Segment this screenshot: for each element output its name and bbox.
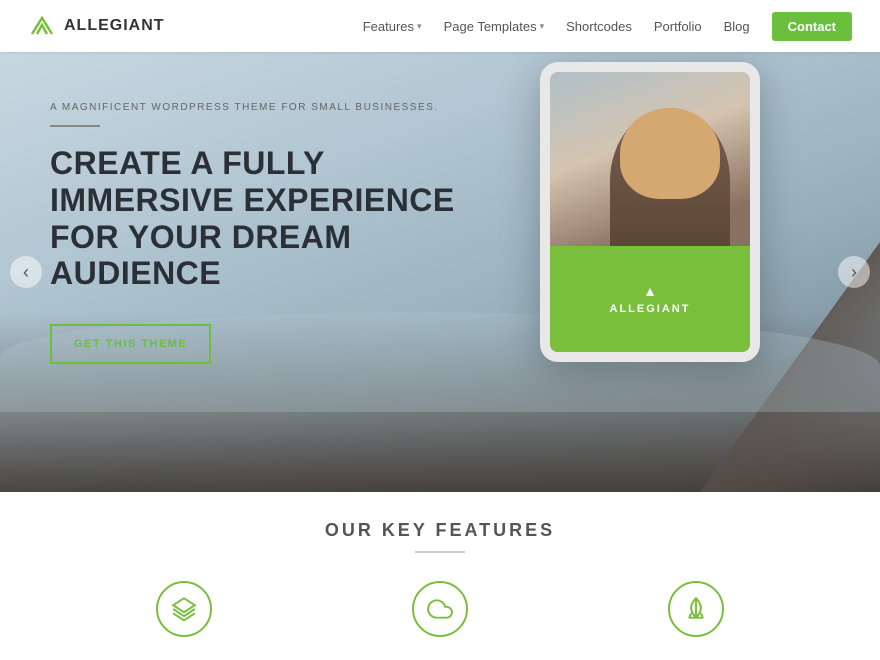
nav-features[interactable]: Features ▾ (363, 19, 422, 34)
contact-button[interactable]: Contact (772, 12, 852, 41)
hero-title: CREATE A FULLY IMMERSIVE EXPERIENCE FOR … (50, 145, 470, 292)
tablet-logo-text: ALLEGIANT (610, 303, 691, 315)
tablet-face (550, 72, 750, 254)
tablet-inner: ▲ ALLEGIANT (550, 72, 750, 352)
chevron-down-icon: ▾ (540, 21, 545, 32)
features-section: OUR KEY FEATURES (0, 492, 880, 660)
hero-subtitle: A MAGNIFICENT WORDPRESS THEME FOR SMALL … (50, 102, 470, 113)
feature-icon-layers (156, 581, 212, 637)
logo-text: ALLEGIANT (64, 17, 165, 35)
navbar: ALLEGIANT Features ▾ Page Templates ▾ Sh… (0, 0, 880, 52)
nav-page-templates[interactable]: Page Templates ▾ (444, 19, 545, 34)
cloud-icon (427, 596, 453, 622)
nav-shortcodes[interactable]: Shortcodes (566, 19, 632, 34)
tablet-person (550, 72, 750, 254)
features-divider (415, 551, 465, 553)
nav-blog[interactable]: Blog (724, 19, 750, 34)
chevron-down-icon: ▾ (417, 21, 422, 32)
nav-portfolio[interactable]: Portfolio (654, 19, 702, 34)
logo[interactable]: ALLEGIANT (28, 12, 165, 40)
feature-icon-rocket (668, 581, 724, 637)
features-icons (156, 581, 724, 637)
hero-section: ‹ › A MAGNIFICENT WORDPRESS THEME FOR SM… (0, 52, 880, 492)
nav-links: Features ▾ Page Templates ▾ Shortcodes P… (363, 12, 852, 41)
tablet-logo-icon: ▲ (643, 283, 657, 299)
tablet-bottom-bar: ▲ ALLEGIANT (550, 246, 750, 352)
hero-content: A MAGNIFICENT WORDPRESS THEME FOR SMALL … (50, 102, 470, 364)
features-title: OUR KEY FEATURES (325, 520, 555, 541)
tablet-mockup: ▲ ALLEGIANT (540, 62, 760, 362)
layers-icon (171, 596, 197, 622)
hero-next-button[interactable]: › (838, 256, 870, 288)
hero-divider (50, 125, 100, 127)
feature-icon-cloud (412, 581, 468, 637)
rocket-icon (683, 596, 709, 622)
hero-cta-button[interactable]: GET THIS THEME (50, 324, 211, 364)
logo-icon (28, 12, 56, 40)
hero-prev-button[interactable]: ‹ (10, 256, 42, 288)
